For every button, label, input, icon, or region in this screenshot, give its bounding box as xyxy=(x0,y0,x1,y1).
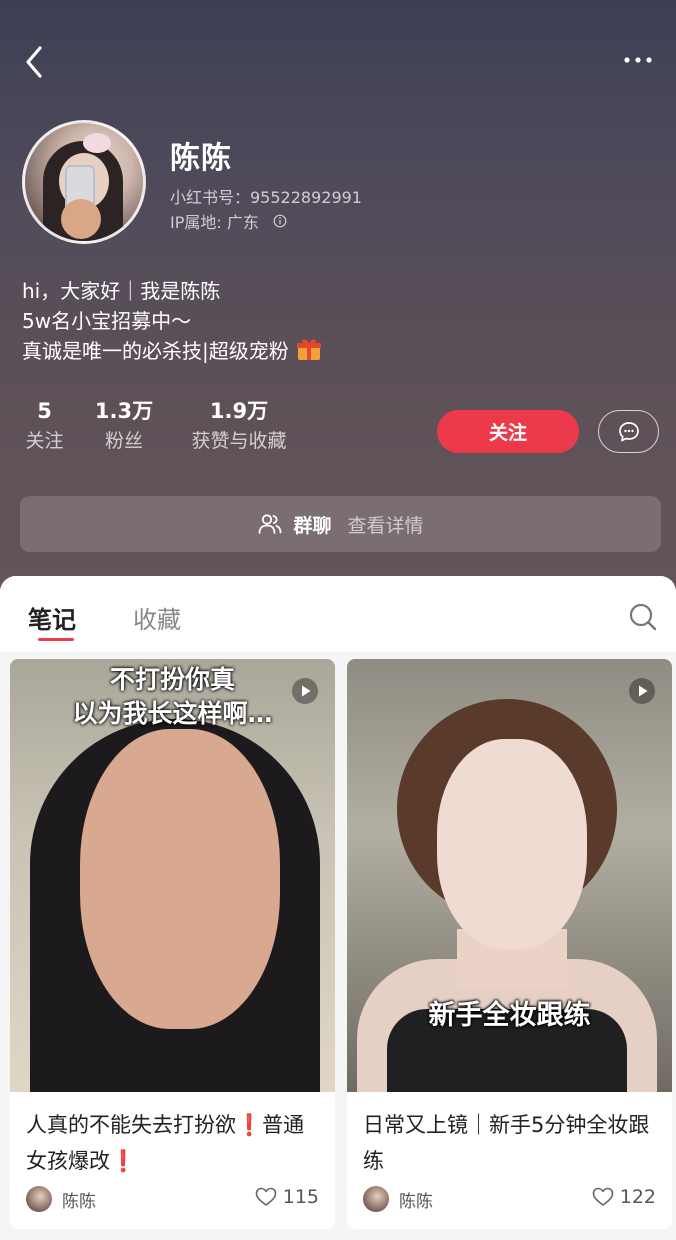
cover-overlay-text: 不打扮你真 以为我长这样啊… xyxy=(10,663,335,731)
profile-bio: hi，大家好｜我是陈陈 5w名小宝招募中～ 真诚是唯一的必杀技|超级宠粉 xyxy=(22,276,323,366)
play-icon xyxy=(292,678,318,704)
users-icon xyxy=(259,514,282,534)
top-bar xyxy=(0,0,676,120)
profile-avatar[interactable] xyxy=(22,120,146,244)
play-icon xyxy=(629,678,655,704)
note-author[interactable]: 陈陈 xyxy=(26,1186,96,1212)
author-avatar xyxy=(26,1186,52,1212)
note-title: 日常又上镜｜新手5分钟全妆跟练 xyxy=(363,1113,650,1173)
stat-value: 1.3万 xyxy=(94,399,154,423)
more-button[interactable] xyxy=(618,48,658,72)
group-chat-subtitle: 查看详情 xyxy=(347,514,424,537)
stat-label: 关注 xyxy=(25,430,64,452)
bio-line-with-gift: 真诚是唯一的必杀技|超级宠粉 xyxy=(22,336,323,366)
cover-overlay-text: 新手全妆跟练 xyxy=(428,1000,591,1031)
tab-collections[interactable]: 收藏 xyxy=(133,600,181,635)
note-cover-image: 不打扮你真 以为我长这样啊… xyxy=(10,659,335,1092)
heart-icon xyxy=(255,1187,277,1206)
stat-likes-and-saves[interactable]: 1.9万 获赞与收藏 xyxy=(180,396,298,456)
author-avatar xyxy=(363,1186,389,1212)
ip-location-text: IP属地: 广东 xyxy=(170,213,259,232)
more-dots-icon xyxy=(624,57,652,63)
group-chat-bar[interactable]: 群聊 查看详情 xyxy=(20,496,661,552)
profile-ip-location: IP属地: 广东 xyxy=(170,209,287,233)
active-tab-indicator xyxy=(38,638,74,641)
chat-bubble-icon xyxy=(618,421,639,441)
tab-notes[interactable]: 笔记 xyxy=(28,600,76,635)
stat-label: 获赞与收藏 xyxy=(191,430,287,452)
gift-icon xyxy=(297,339,322,360)
stat-following[interactable]: 5 关注 xyxy=(22,396,67,456)
note-title: 人真的不能失去打扮欲❗普通女孩爆改❗ xyxy=(26,1113,305,1173)
search-button[interactable] xyxy=(628,602,658,632)
cover-text-line: 不打扮你真 xyxy=(109,665,235,694)
stat-label: 粉丝 xyxy=(104,430,143,452)
bio-line: 5w名小宝招募中～ xyxy=(22,309,192,333)
chevron-left-icon xyxy=(26,46,42,78)
heart-icon xyxy=(592,1187,614,1206)
profile-name: 陈陈 xyxy=(170,141,232,176)
like-button[interactable]: 115 xyxy=(255,1186,319,1208)
tab-bar: 笔记 收藏 xyxy=(0,576,676,652)
author-name: 陈陈 xyxy=(399,1191,433,1212)
group-chat-title: 群聊 xyxy=(293,514,332,537)
back-button[interactable] xyxy=(20,42,50,82)
message-button[interactable] xyxy=(598,410,659,453)
note-card[interactable]: 不打扮你真 以为我长这样啊… 人真的不能失去打扮欲❗普通女孩爆改❗ 陈陈 115 xyxy=(10,659,335,1229)
note-card[interactable]: 新手全妆跟练 日常又上镜｜新手5分钟全妆跟练 陈陈 122 xyxy=(347,659,672,1229)
follow-button[interactable]: 关注 xyxy=(437,410,579,453)
author-name: 陈陈 xyxy=(62,1191,96,1212)
profile-id: 小红书号：95522892991 xyxy=(170,188,362,207)
cover-text-line: 以为我长这样啊… xyxy=(72,699,273,728)
note-author[interactable]: 陈陈 xyxy=(363,1186,433,1212)
like-button[interactable]: 122 xyxy=(592,1186,656,1208)
info-icon[interactable] xyxy=(273,214,287,228)
notes-section: 笔记 收藏 不打扮你真 以为我长这样啊… 人真的不能失去打扮欲❗普通女孩爆改❗ xyxy=(0,576,676,1240)
stat-value: 1.9万 xyxy=(209,399,269,423)
bio-line: 真诚是唯一的必杀技|超级宠粉 xyxy=(22,339,289,363)
like-count: 122 xyxy=(619,1186,656,1208)
stat-value: 5 xyxy=(37,399,52,423)
search-icon xyxy=(629,603,657,631)
bio-line: hi，大家好｜我是陈陈 xyxy=(22,279,221,303)
like-count: 115 xyxy=(282,1186,319,1208)
stat-followers[interactable]: 1.3万 粉丝 xyxy=(92,396,156,456)
note-cover-image: 新手全妆跟练 xyxy=(347,659,672,1092)
